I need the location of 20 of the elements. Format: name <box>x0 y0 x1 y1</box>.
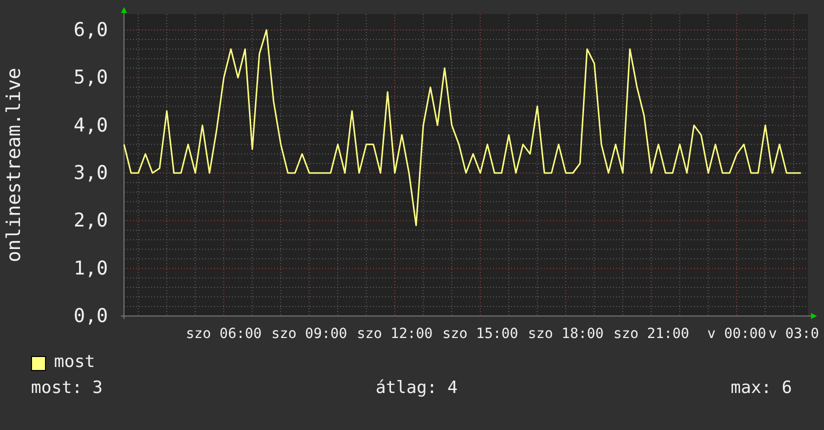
y-tick-label: 2,0 <box>74 210 108 232</box>
y-tick-label: 3,0 <box>74 162 108 184</box>
legend-label: most <box>54 351 95 374</box>
stat-text: most: 3 <box>31 377 103 400</box>
x-tick-label: v 00:00 <box>707 326 766 342</box>
x-tick-label: szo 09:00 <box>271 326 348 342</box>
y-tick-label: 4,0 <box>74 114 108 136</box>
y-tick-label: 6,0 <box>74 19 108 41</box>
x-tick-label: szo 06:00 <box>186 326 262 342</box>
stat-text: max: 6 <box>730 377 792 400</box>
y-tick-label: 1,0 <box>74 257 108 280</box>
y-tick-label: 0,0 <box>74 305 108 327</box>
x-tick-label: szo 18:00 <box>528 326 604 342</box>
stat-text: átlag: 4 <box>376 377 458 400</box>
x-tick-label: szo 21:00 <box>613 326 690 342</box>
y-tick-label: 5,0 <box>74 66 108 89</box>
x-tick-label: szo 12:00 <box>356 326 433 342</box>
x-tick-label: v 03:0 <box>768 326 820 342</box>
axis-title: onlinestream.live <box>3 68 25 262</box>
x-tick-label: szo 15:00 <box>442 326 518 342</box>
